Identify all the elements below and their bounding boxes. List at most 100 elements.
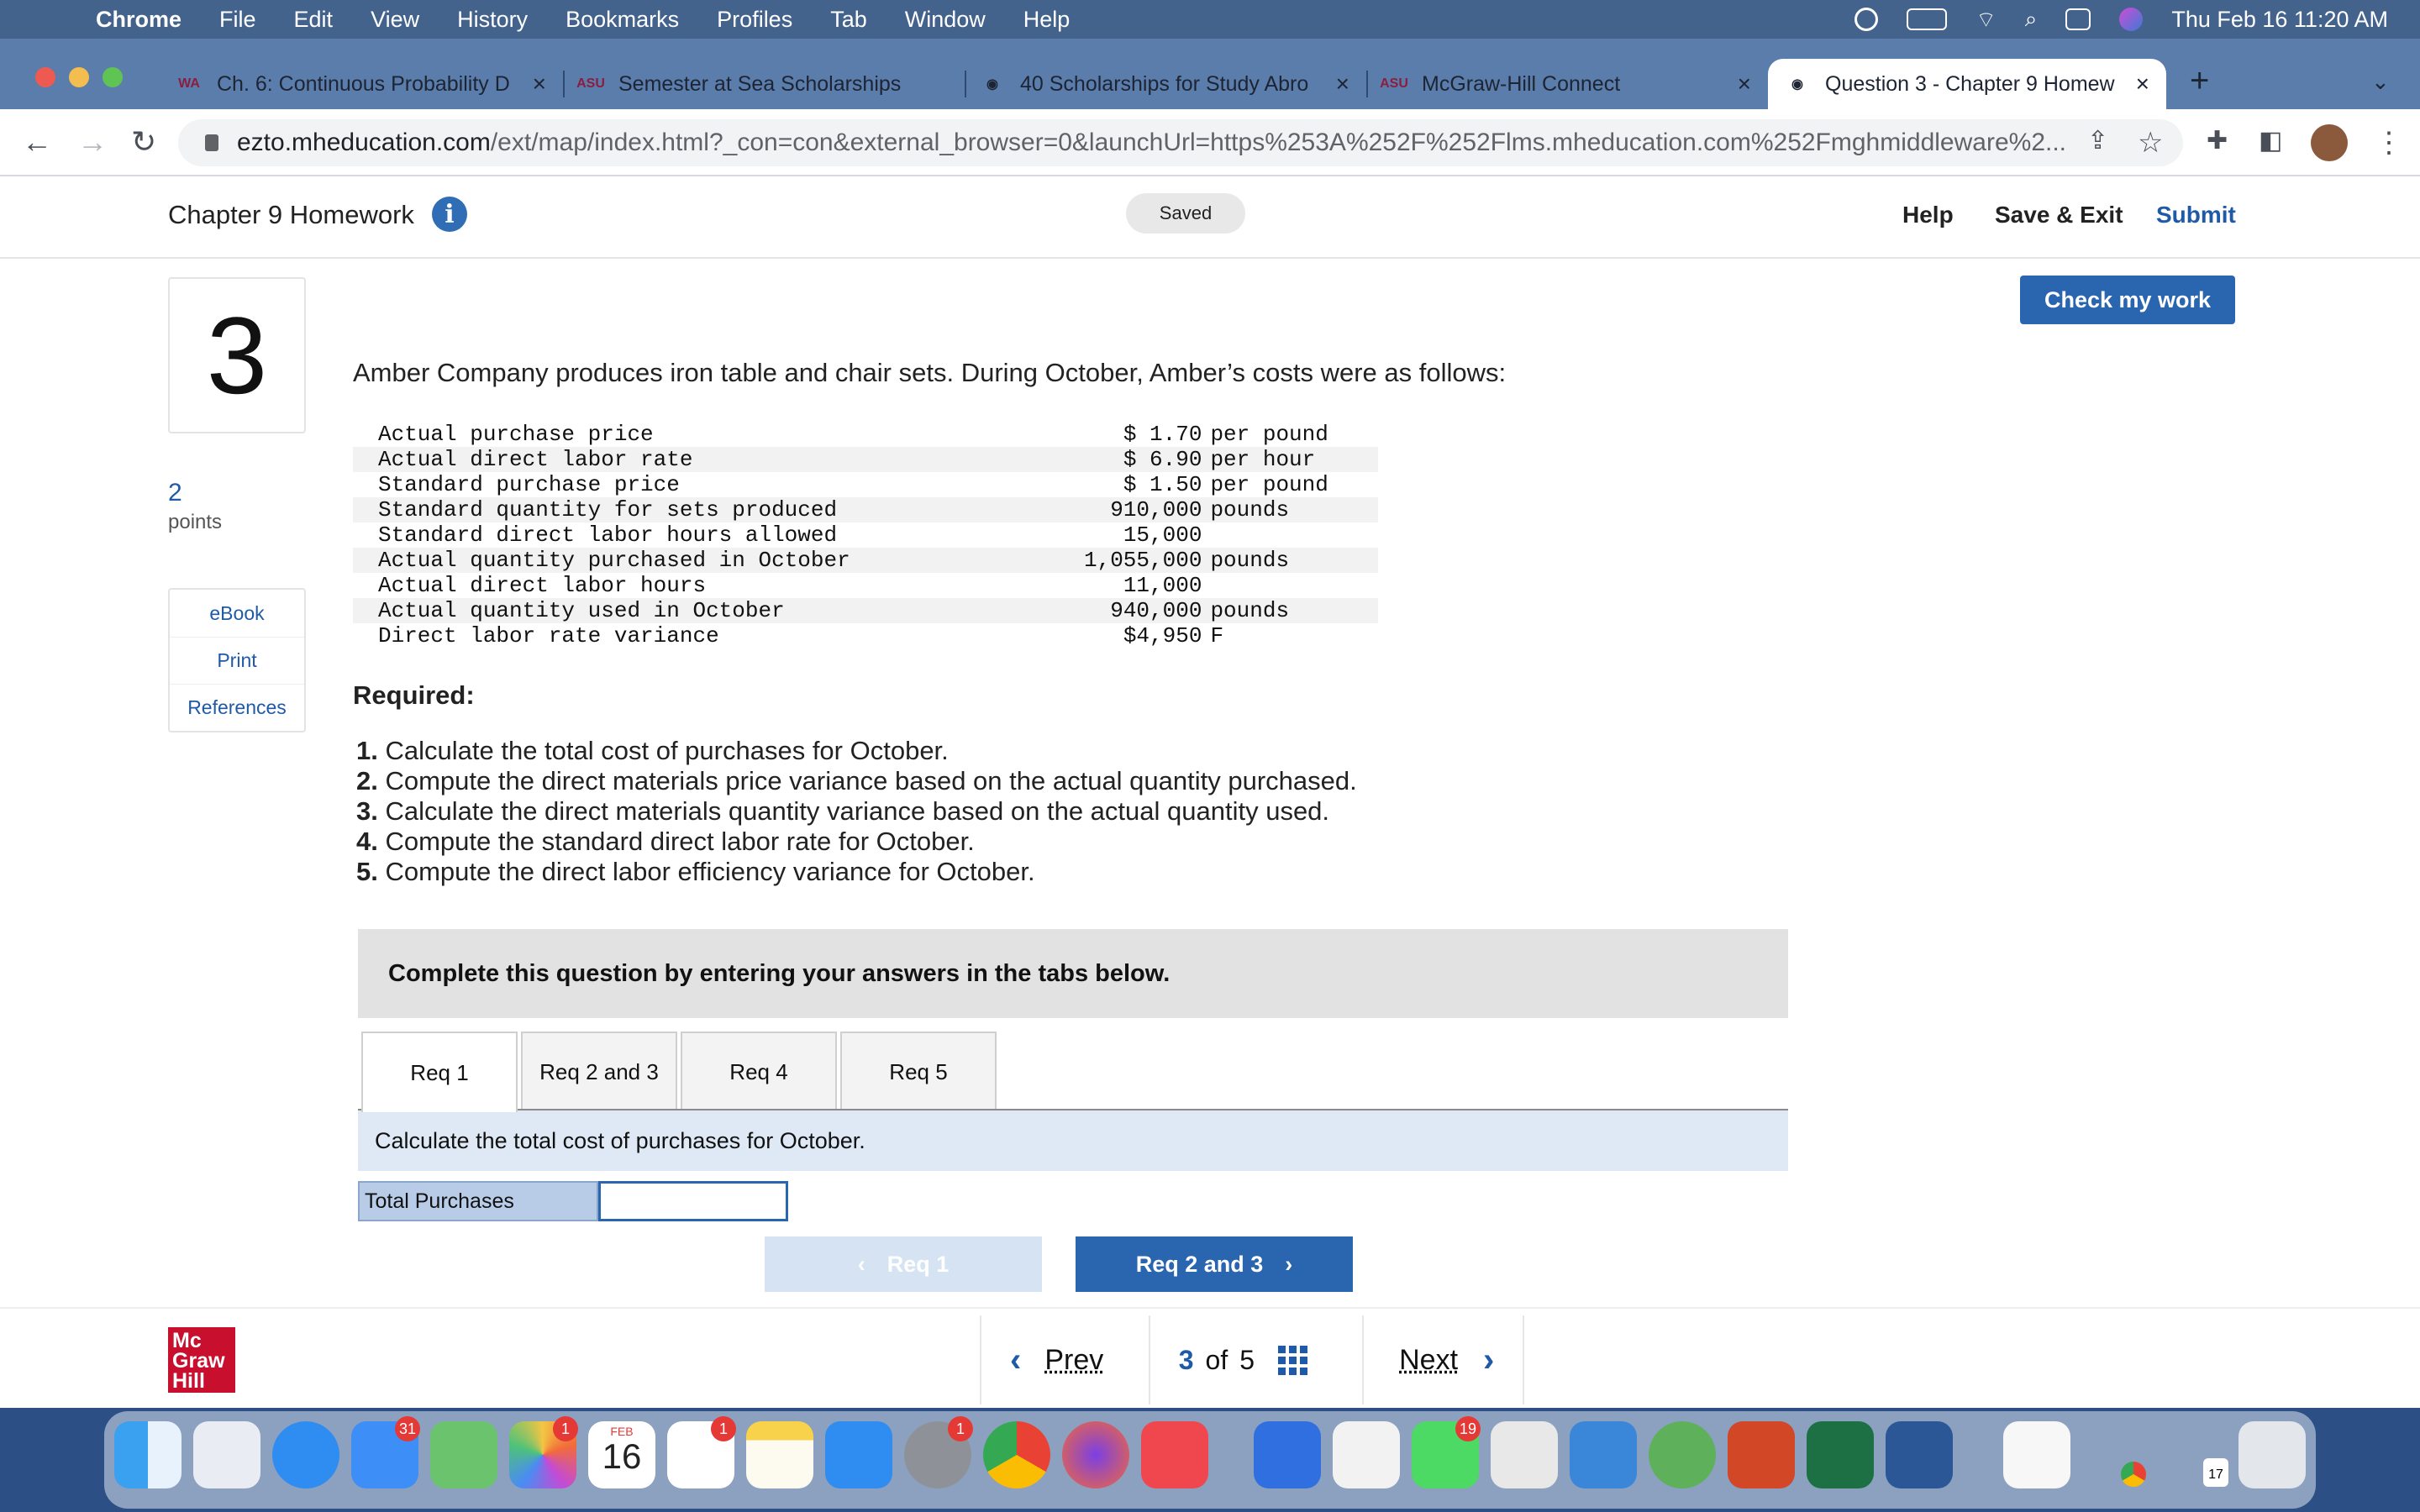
utility-icon[interactable] <box>1570 1421 1637 1488</box>
address-bar[interactable]: ezto.mheducation.com /ext/map/index.html… <box>178 119 2183 166</box>
print-link[interactable]: Print <box>170 637 304 684</box>
tab-req-1[interactable]: Req 1 <box>361 1032 518 1112</box>
powerpoint-icon[interactable] <box>1728 1421 1795 1488</box>
printer-icon[interactable] <box>1491 1421 1558 1488</box>
settings-badge: 1 <box>948 1416 973 1441</box>
save-exit-link[interactable]: Save & Exit <box>1995 202 2123 228</box>
saved-status-badge: Saved <box>1126 193 1245 234</box>
bookmark-star-icon[interactable]: ☆ <box>2138 126 2163 160</box>
document-icon[interactable] <box>2003 1421 2070 1488</box>
close-tab-icon[interactable]: × <box>1336 71 1349 97</box>
grid-icon[interactable] <box>1278 1345 1308 1375</box>
vpn-icon[interactable] <box>1854 8 1879 31</box>
music-icon[interactable] <box>1141 1421 1208 1488</box>
network-icon[interactable] <box>1649 1421 1716 1488</box>
close-tab-icon[interactable]: × <box>1738 71 1751 97</box>
row-unit: per hour <box>1202 447 1378 472</box>
submit-link[interactable]: Submit <box>2156 202 2236 228</box>
firefox-icon[interactable] <box>1062 1421 1129 1488</box>
side-panel-icon[interactable]: ◧ <box>2259 126 2282 155</box>
next-label: Next <box>1399 1343 1459 1376</box>
tab-req-4[interactable]: Req 4 <box>681 1032 837 1110</box>
textedit-icon[interactable] <box>1333 1421 1400 1488</box>
check-my-work-button[interactable]: Check my work <box>2020 276 2235 324</box>
chevron-left-icon: ‹ <box>857 1251 865 1277</box>
tab-search-chevron-icon[interactable]: ⌄ <box>2371 69 2390 95</box>
zoom-window-button[interactable] <box>103 67 123 87</box>
info-icon[interactable]: i <box>432 197 467 232</box>
asu-icon: ASU <box>576 76 605 91</box>
item-text: Calculate the direct materials quantity … <box>385 796 1330 826</box>
siri-icon[interactable] <box>2119 8 2144 31</box>
previous-req-button[interactable]: ‹ Req 1 <box>765 1236 1042 1292</box>
chrome-mini-icon[interactable] <box>2121 1462 2146 1487</box>
browser-tab[interactable]: ◉ 40 Scholarships for Study Abro × <box>980 59 1368 109</box>
menu-file[interactable]: File <box>219 7 256 33</box>
wifi-icon[interactable]: ⌔ <box>1975 6 1996 34</box>
item-number: 2. <box>356 766 378 795</box>
tab-req-5[interactable]: Req 5 <box>840 1032 997 1110</box>
tab-instruction: Calculate the total cost of purchases fo… <box>358 1110 1788 1171</box>
row-unit: per pound <box>1210 472 1328 497</box>
menu-history[interactable]: History <box>457 7 528 33</box>
menu-profiles[interactable]: Profiles <box>717 7 792 33</box>
tab-title: McGraw-Hill Connect <box>1422 71 1621 96</box>
maps-icon[interactable] <box>430 1421 497 1488</box>
of-label: of <box>1205 1344 1228 1375</box>
next-question-button[interactable]: Next › <box>1364 1341 1523 1379</box>
battery-icon[interactable] <box>1907 8 1948 30</box>
menubar-clock[interactable]: Thu Feb 16 11:20 AM <box>2171 7 2388 33</box>
ebook-link[interactable]: eBook <box>170 590 304 637</box>
search-icon[interactable]: ⌕ <box>2025 6 2038 33</box>
reload-icon[interactable]: ↻ <box>131 124 156 160</box>
prev-question-button[interactable]: ‹ Prev <box>981 1341 1149 1379</box>
launchpad-icon[interactable] <box>193 1421 260 1488</box>
lock-icon[interactable] <box>205 134 218 151</box>
calendar-icon[interactable]: FEB 16 <box>588 1421 655 1488</box>
menu-edit[interactable]: Edit <box>294 7 334 33</box>
share-icon[interactable]: ⇪ <box>2087 126 2108 155</box>
menu-help[interactable]: Help <box>1023 7 1071 33</box>
menu-tab[interactable]: Tab <box>830 7 867 33</box>
row-unit <box>1202 522 1378 548</box>
close-window-button[interactable] <box>35 67 55 87</box>
calendar-mini-icon[interactable]: 17 <box>2203 1458 2228 1487</box>
back-arrow-icon[interactable]: ← <box>22 124 52 160</box>
browser-tab[interactable]: ASU Semester at Sea Scholarships <box>576 59 966 109</box>
control-center-icon[interactable] <box>2065 8 2091 30</box>
browser-tab-active[interactable]: ◉ Question 3 - Chapter 9 Homew × <box>1768 59 2166 109</box>
menu-bookmarks[interactable]: Bookmarks <box>566 7 679 33</box>
bluetooth-icon[interactable] <box>1254 1421 1321 1488</box>
profile-avatar[interactable] <box>2311 124 2348 161</box>
list-item: 5. Compute the direct labor efficiency v… <box>356 857 1357 887</box>
minimize-window-button[interactable] <box>69 67 89 87</box>
menu-chrome[interactable]: Chrome <box>96 7 182 33</box>
help-link[interactable]: Help <box>1902 202 1954 228</box>
close-tab-icon[interactable]: × <box>2136 71 2149 97</box>
forward-arrow-icon[interactable]: → <box>77 124 108 160</box>
finder-icon[interactable] <box>114 1421 182 1488</box>
close-tab-icon[interactable]: × <box>533 71 546 97</box>
word-icon[interactable] <box>1886 1421 1953 1488</box>
new-tab-button[interactable]: + <box>2190 62 2209 100</box>
chevron-right-icon: › <box>1285 1251 1293 1277</box>
menu-view[interactable]: View <box>371 7 419 33</box>
chrome-icon[interactable] <box>983 1421 1050 1488</box>
tab-req-2-and-3[interactable]: Req 2 and 3 <box>521 1032 677 1110</box>
extensions-puzzle-icon[interactable]: ✚ <box>2207 126 2228 155</box>
excel-icon[interactable] <box>1807 1421 1874 1488</box>
next-req-button[interactable]: Req 2 and 3 › <box>1076 1236 1353 1292</box>
trash-icon[interactable] <box>2238 1421 2306 1488</box>
question-index[interactable]: 3 of 5 <box>1150 1345 1362 1376</box>
total-questions: 5 <box>1239 1344 1255 1375</box>
safari-icon[interactable] <box>272 1421 339 1488</box>
app-store-icon[interactable] <box>825 1421 892 1488</box>
browser-tab[interactable]: ASU McGraw-Hill Connect × <box>1380 59 1751 109</box>
chrome-menu-icon[interactable]: ⋮ <box>2375 126 2403 160</box>
row-value: 940,000 <box>1084 598 1202 623</box>
menu-window[interactable]: Window <box>905 7 986 33</box>
references-link[interactable]: References <box>170 684 304 731</box>
notes-icon[interactable] <box>746 1421 813 1488</box>
browser-tab[interactable]: WA Ch. 6: Continuous Probability D × <box>176 59 565 109</box>
total-purchases-input[interactable] <box>598 1181 788 1221</box>
